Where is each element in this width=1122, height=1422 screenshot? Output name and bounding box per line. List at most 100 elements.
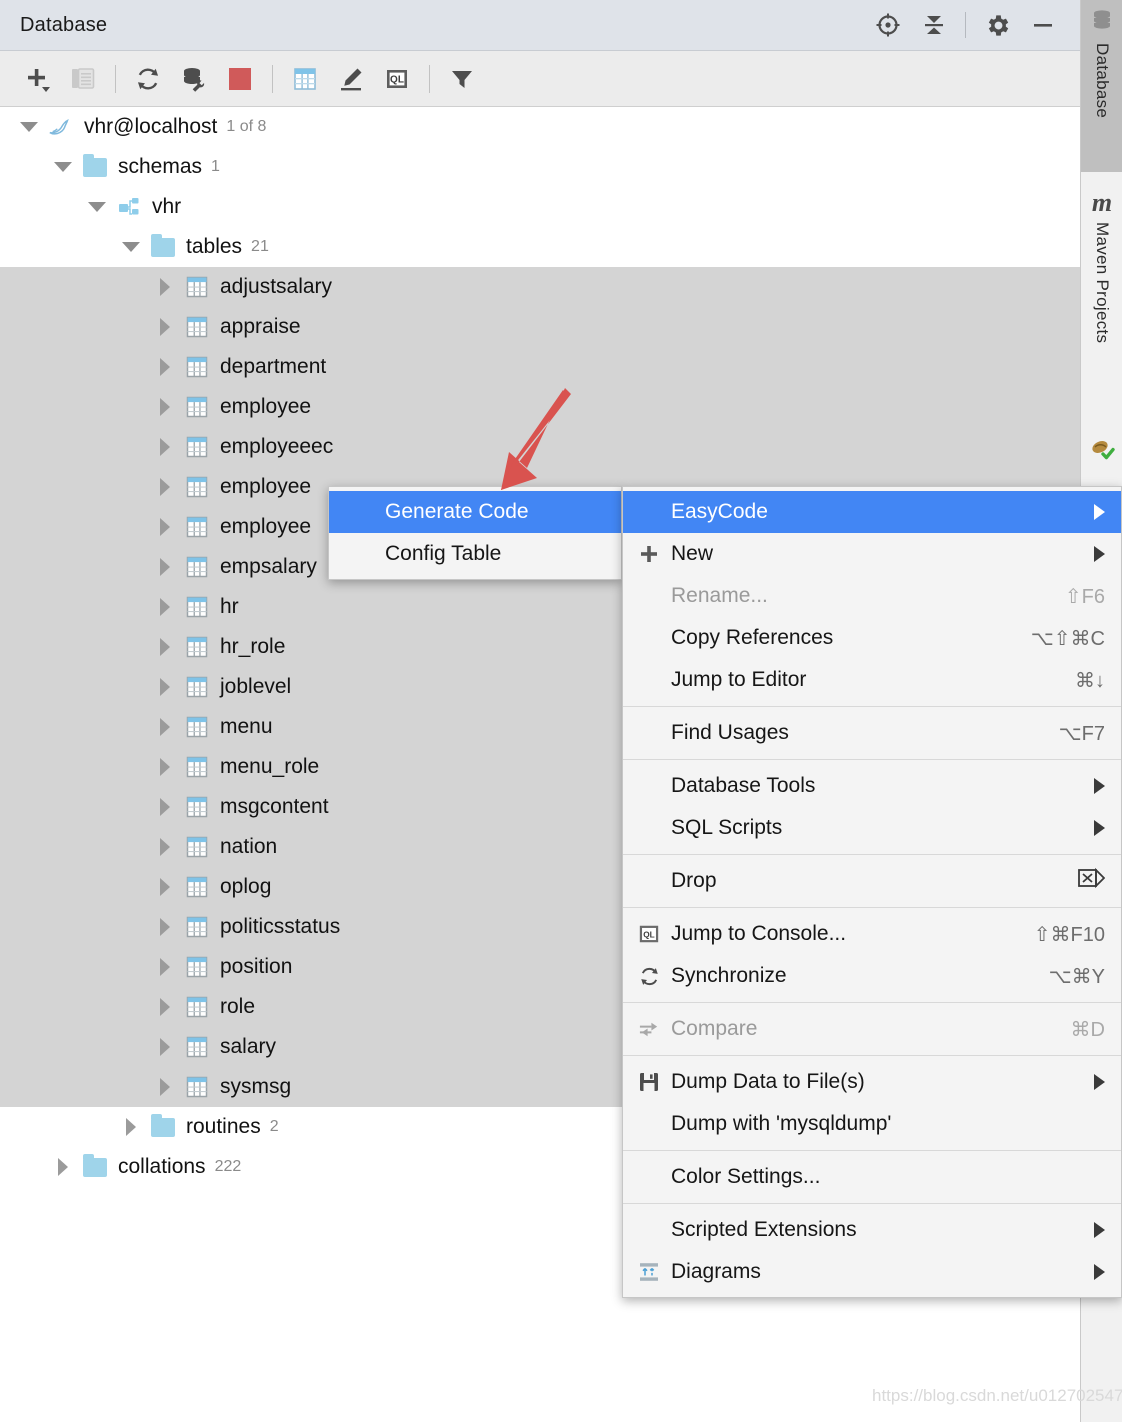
datasource-properties-icon[interactable]	[171, 56, 217, 102]
refresh-icon[interactable]	[125, 56, 171, 102]
edit-icon[interactable]	[328, 56, 374, 102]
diagram-icon	[635, 1261, 663, 1283]
menu-item[interactable]: Copy References⌥⇧⌘C	[623, 617, 1121, 659]
menu-item-label: Synchronize	[671, 964, 1015, 988]
chevron-right-icon[interactable]	[154, 316, 176, 338]
sidebar-item-database[interactable]: Database	[1081, 0, 1122, 172]
chevron-right-icon[interactable]	[154, 956, 176, 978]
menu-item[interactable]: Jump to Editor⌘↓	[623, 659, 1121, 701]
chevron-right-icon[interactable]	[154, 676, 176, 698]
submenu-arrow-icon	[1094, 1074, 1105, 1090]
chevron-right-icon[interactable]	[154, 996, 176, 1018]
submenu-item[interactable]: Generate Code	[329, 491, 621, 533]
query-console-icon[interactable]: QL	[374, 56, 420, 102]
menu-separator	[623, 1150, 1121, 1151]
sidebar-item-maven-projects[interactable]: m Maven Projects	[1081, 182, 1122, 412]
tree-row-label: vhr@localhost	[84, 115, 217, 139]
tree-row-label: employee	[220, 515, 311, 539]
tree-row[interactable]: vhr@localhost1 of 8	[0, 107, 1080, 147]
table-icon	[184, 954, 210, 980]
tree-row-label: politicsstatus	[220, 915, 340, 939]
stop-icon[interactable]	[217, 56, 263, 102]
chevron-right-icon[interactable]	[52, 1156, 74, 1178]
menu-item[interactable]: Rename...⇧F6	[623, 575, 1121, 617]
menu-item[interactable]: Database Tools	[623, 765, 1121, 807]
chevron-down-icon[interactable]	[120, 236, 142, 258]
menu-item[interactable]: Find Usages⌥F7	[623, 712, 1121, 754]
menu-item[interactable]: Color Settings...	[623, 1156, 1121, 1198]
chevron-right-icon[interactable]	[154, 436, 176, 458]
menu-item[interactable]: EasyCode	[623, 491, 1121, 533]
tree-row[interactable]: adjustsalary	[0, 267, 1080, 307]
tree-row-count: 21	[251, 238, 269, 256]
menu-item-label: EasyCode	[671, 500, 1068, 524]
menu-item[interactable]: New	[623, 533, 1121, 575]
tree-row-label: position	[220, 955, 292, 979]
menu-item[interactable]: Compare⌘D	[623, 1008, 1121, 1050]
tree-row[interactable]: department	[0, 347, 1080, 387]
menu-item[interactable]: Scripted Extensions	[623, 1209, 1121, 1251]
table-editor-icon[interactable]	[282, 56, 328, 102]
chevron-right-icon[interactable]	[154, 836, 176, 858]
refresh-icon	[635, 965, 663, 988]
table-icon	[184, 474, 210, 500]
menu-separator	[623, 706, 1121, 707]
tree-row-label: hr	[220, 595, 239, 619]
gear-icon[interactable]	[974, 5, 1020, 45]
table-icon	[184, 714, 210, 740]
add-icon[interactable]	[14, 56, 60, 102]
chevron-right-icon[interactable]	[154, 356, 176, 378]
chevron-right-icon[interactable]	[154, 276, 176, 298]
chevron-right-icon[interactable]	[154, 916, 176, 938]
chevron-right-icon[interactable]	[154, 756, 176, 778]
tree-row-label: hr_role	[220, 635, 285, 659]
easycode-submenu[interactable]: Generate CodeConfig Table	[328, 486, 622, 580]
chevron-right-icon[interactable]	[154, 876, 176, 898]
tree-row[interactable]: appraise	[0, 307, 1080, 347]
menu-item[interactable]: Synchronize⌥⌘Y	[623, 955, 1121, 997]
collapse-all-icon[interactable]	[911, 5, 957, 45]
chevron-right-icon[interactable]	[154, 476, 176, 498]
menu-item-label: Dump Data to File(s)	[671, 1070, 1068, 1094]
filter-icon[interactable]	[439, 56, 485, 102]
menu-item[interactable]: SQL Scripts	[623, 807, 1121, 849]
menu-item[interactable]: Dump with 'mysqldump'	[623, 1103, 1121, 1145]
tree-row-count: 1	[211, 158, 220, 176]
tree-row-label: salary	[220, 1035, 276, 1059]
tree-row-label: collations	[118, 1155, 206, 1179]
menu-item-label: Compare	[671, 1017, 1037, 1041]
submenu-item[interactable]: Config Table	[329, 533, 621, 575]
sidebar-item-beans[interactable]	[1081, 428, 1122, 488]
table-icon	[184, 794, 210, 820]
chevron-down-icon[interactable]	[18, 116, 40, 138]
menu-item[interactable]: QLJump to Console...⇧⌘F10	[623, 913, 1121, 955]
chevron-right-icon[interactable]	[154, 1076, 176, 1098]
chevron-right-icon[interactable]	[154, 516, 176, 538]
menu-item[interactable]: Drop	[623, 860, 1121, 902]
tree-row-label: employeeec	[220, 435, 333, 459]
save-icon	[635, 1071, 663, 1093]
chevron-right-icon[interactable]	[120, 1116, 142, 1138]
chevron-down-icon[interactable]	[52, 156, 74, 178]
minimize-icon[interactable]	[1020, 5, 1066, 45]
mysql-dolphin-icon	[48, 114, 74, 140]
tree-row[interactable]: vhr	[0, 187, 1080, 227]
tree-row[interactable]: schemas1	[0, 147, 1080, 187]
locate-icon[interactable]	[865, 5, 911, 45]
chevron-right-icon[interactable]	[154, 716, 176, 738]
titlebar-actions	[865, 5, 1080, 45]
menu-item[interactable]: Dump Data to File(s)	[623, 1061, 1121, 1103]
chevron-right-icon[interactable]	[154, 636, 176, 658]
copy-icon[interactable]	[60, 56, 106, 102]
chevron-down-icon[interactable]	[86, 196, 108, 218]
chevron-right-icon[interactable]	[154, 796, 176, 818]
menu-item-shortcut: ⇧⌘F10	[1034, 922, 1105, 947]
chevron-right-icon[interactable]	[154, 556, 176, 578]
chevron-right-icon[interactable]	[154, 596, 176, 618]
chevron-right-icon[interactable]	[154, 396, 176, 418]
tree-row[interactable]: tables21	[0, 227, 1080, 267]
menu-item[interactable]: Diagrams	[623, 1251, 1121, 1293]
table-icon	[184, 634, 210, 660]
table-context-menu[interactable]: EasyCode NewRename...⇧F6Copy References⌥⇧…	[622, 486, 1122, 1298]
chevron-right-icon[interactable]	[154, 1036, 176, 1058]
